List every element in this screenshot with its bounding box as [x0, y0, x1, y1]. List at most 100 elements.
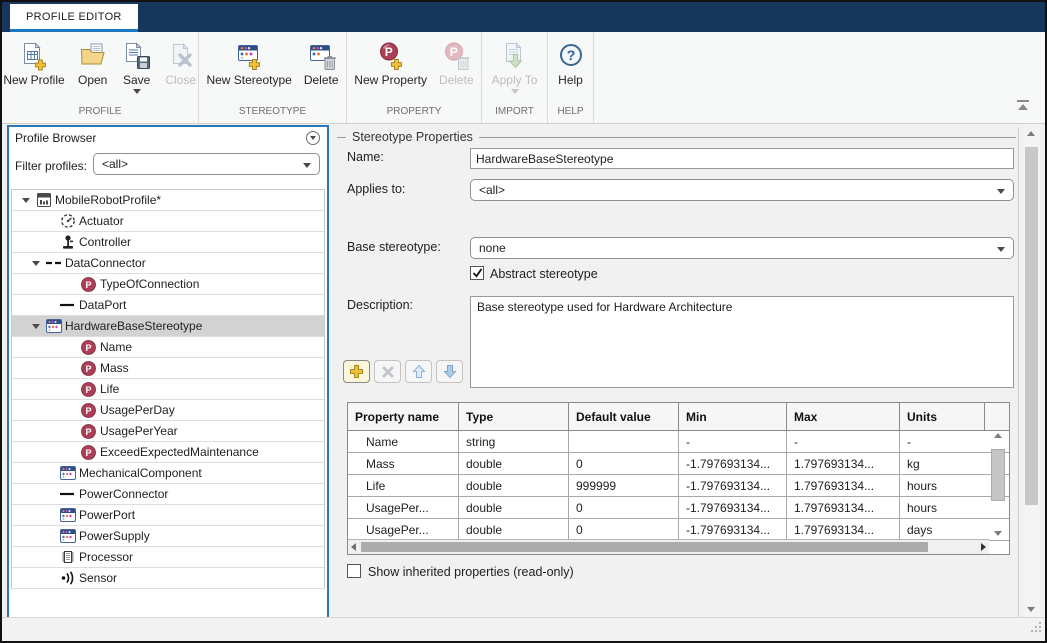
scroll-right-icon[interactable] [981, 543, 986, 551]
status-bar [2, 617, 1045, 641]
scroll-up-icon[interactable] [1027, 131, 1035, 136]
description-textarea[interactable]: Base stereotype used for Hardware Archit… [470, 296, 1014, 388]
table-cell[interactable]: Life [348, 475, 459, 496]
tree-item-dataport[interactable]: DataPort [12, 295, 324, 316]
tree-item-mass[interactable]: P Mass [12, 358, 324, 379]
table-cell[interactable]: double [459, 475, 569, 496]
scroll-left-icon[interactable] [351, 543, 356, 551]
tree-item-typeofconnection[interactable]: P TypeOfConnection [12, 274, 324, 295]
table-cell[interactable]: - [787, 431, 900, 452]
table-cell[interactable]: 0 [569, 519, 679, 540]
table-cell[interactable]: 1.797693134... [787, 497, 900, 518]
chevron-down-icon[interactable] [22, 198, 30, 203]
new-profile-button[interactable]: New Profile [0, 37, 71, 89]
tree-item-actuator[interactable]: Actuator [12, 211, 324, 232]
apply-to-dropdown-caret-icon [511, 89, 519, 94]
table-cell[interactable]: 1.797693134... [787, 475, 900, 496]
table-cell[interactable]: -1.797693134... [679, 497, 787, 518]
tree-item-label: PowerPort [79, 508, 135, 522]
abstract-stereotype-checkbox[interactable] [470, 266, 484, 280]
table-cell[interactable]: days [900, 519, 985, 540]
tree-item-usageperyear[interactable]: P UsagePerYear [12, 421, 324, 442]
tree-item-name[interactable]: P Name [12, 337, 324, 358]
vertical-scroll-thumb[interactable] [1025, 147, 1038, 505]
table-cell[interactable]: UsagePer... [348, 497, 459, 518]
table-cell[interactable]: -1.797693134... [679, 453, 787, 474]
tree-item-hardwarebasestereotype[interactable]: HardwareBaseStereotype [12, 316, 324, 337]
new-property-button[interactable]: P New Property [348, 37, 433, 89]
tree-item-sensor[interactable]: Sensor [12, 568, 324, 589]
new-stereotype-button[interactable]: New Stereotype [200, 37, 297, 89]
scroll-down-icon[interactable] [994, 531, 1002, 536]
tree-item-powersupply[interactable]: PowerSupply [12, 526, 324, 547]
name-input[interactable] [470, 148, 1014, 169]
table-cell[interactable]: - [900, 431, 985, 452]
save-button[interactable]: Save [115, 37, 159, 96]
tree-item-powerport[interactable]: PowerPort [12, 505, 324, 526]
tree-item-processor[interactable]: Processor [12, 547, 324, 568]
move-up-button[interactable] [405, 360, 432, 383]
table-cell[interactable]: double [459, 453, 569, 474]
tree-item-controller[interactable]: Controller [12, 232, 324, 253]
table-cell[interactable]: 0 [569, 497, 679, 518]
title-bar: PROFILE EDITOR [2, 2, 1045, 32]
table-cell[interactable] [569, 431, 679, 452]
table-cell[interactable]: hours [900, 497, 985, 518]
horizontal-scroll-thumb[interactable] [361, 542, 928, 552]
table-row[interactable]: Mass double 0 -1.797693134... 1.79769313… [348, 453, 1009, 475]
table-row[interactable]: Name string - - - [348, 431, 1009, 453]
tree-item-powerconnector[interactable]: PowerConnector [12, 484, 324, 505]
tab-label: PROFILE EDITOR [26, 11, 122, 23]
table-cell[interactable]: Name [348, 431, 459, 452]
applies-to-dropdown[interactable]: <all> [470, 179, 1014, 201]
table-cell[interactable]: 1.797693134... [787, 453, 900, 474]
scroll-down-icon[interactable] [1027, 607, 1035, 612]
open-button[interactable]: Open [71, 37, 115, 89]
chevron-down-icon[interactable] [32, 261, 40, 266]
table-cell[interactable]: string [459, 431, 569, 452]
table-cell[interactable]: 0 [569, 453, 679, 474]
table-cell[interactable]: - [679, 431, 787, 452]
panel-collapse-icon[interactable] [306, 131, 320, 145]
table-cell[interactable]: kg [900, 453, 985, 474]
stereotype-icon [59, 529, 76, 543]
ribbon-toolstrip: New Profile Open Save [2, 32, 1045, 124]
filter-profiles-dropdown[interactable]: <all> [93, 153, 320, 175]
table-row[interactable]: Life double 999999 -1.797693134... 1.797… [348, 475, 1009, 497]
tree-item-mobilerobotprofile[interactable]: MobileRobotProfile* [12, 190, 324, 211]
table-cell[interactable]: hours [900, 475, 985, 496]
tree-item-dataconnector[interactable]: DataConnector [12, 253, 324, 274]
resize-grip[interactable] [1030, 620, 1042, 638]
help-button[interactable]: ? Help [549, 37, 593, 89]
table-cell[interactable]: double [459, 519, 569, 540]
table-cell[interactable]: double [459, 497, 569, 518]
tree-item-exceedexpectedmaintenance[interactable]: P ExceedExpectedMaintenance [12, 442, 324, 463]
table-cell[interactable]: UsagePer... [348, 519, 459, 540]
tree-item-label: Sensor [79, 571, 117, 585]
chevron-down-icon[interactable] [32, 324, 40, 329]
panel-vertical-scrollbar[interactable] [1023, 127, 1040, 616]
table-row[interactable]: UsagePer... double 0 -1.797693134... 1.7… [348, 497, 1009, 519]
tree-item-life[interactable]: P Life [12, 379, 324, 400]
table-cell[interactable]: Mass [348, 453, 459, 474]
base-stereotype-dropdown[interactable]: none [470, 237, 1014, 259]
table-cell[interactable]: 999999 [569, 475, 679, 496]
tree-item-mechanicalcomponent[interactable]: MechanicalComponent [12, 463, 324, 484]
move-down-button[interactable] [436, 360, 463, 383]
collapse-ribbon-button[interactable] [1015, 99, 1033, 113]
scroll-up-icon[interactable] [994, 433, 1002, 438]
table-row[interactable]: UsagePer... double 0 -1.797693134... 1.7… [348, 519, 1009, 541]
table-cell[interactable]: 1.797693134... [787, 519, 900, 540]
table-vertical-scrollbar[interactable] [989, 433, 1007, 536]
delete-stereotype-button[interactable]: Delete [298, 37, 345, 89]
profile-tree: MobileRobotProfile* Actuator Controller … [11, 189, 325, 589]
table-cell[interactable]: -1.797693134... [679, 519, 787, 540]
table-cell[interactable]: -1.797693134... [679, 475, 787, 496]
tab-profile-editor[interactable]: PROFILE EDITOR [10, 4, 138, 32]
show-inherited-checkbox[interactable] [347, 564, 361, 578]
add-property-button[interactable] [343, 360, 370, 383]
vertical-scroll-thumb[interactable] [991, 449, 1005, 501]
save-dropdown-caret-icon[interactable] [133, 89, 141, 94]
table-horizontal-scrollbar[interactable] [348, 539, 989, 554]
tree-item-usageperday[interactable]: P UsagePerDay [12, 400, 324, 421]
